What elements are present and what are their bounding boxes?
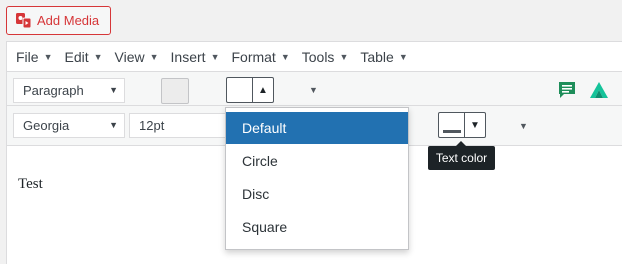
media-upload-icon (16, 13, 32, 29)
chevron-down-icon: ▼ (280, 51, 290, 62)
list-style-split-button[interactable]: ▲ (226, 77, 274, 103)
menu-edit[interactable]: Edit ▼ (58, 42, 108, 72)
dropdown-item-disc[interactable]: Disc (226, 177, 408, 210)
chevron-down-icon: ▼ (398, 51, 408, 62)
font-size-select[interactable]: 12pt (129, 113, 229, 138)
menubar: File ▼ Edit ▼ View ▼ Insert ▼ Format ▼ Tools ▼… (7, 42, 622, 72)
grammarly-icon[interactable] (589, 81, 609, 99)
arrow-up-icon[interactable]: ▲ (253, 78, 273, 102)
menu-view[interactable]: View ▼ (109, 42, 165, 72)
dropdown-item-default[interactable]: Default (226, 112, 408, 144)
text-color-split-button[interactable]: ▼ (438, 112, 486, 138)
background-color-button[interactable] (161, 78, 189, 104)
chevron-down-icon: ▼ (109, 85, 118, 95)
font-family-select[interactable]: Georgia ▼ (13, 113, 125, 138)
toolbar-row-1: Paragraph ▼ ▲ ▼ (7, 72, 622, 106)
add-media-button[interactable]: Add Media (6, 6, 111, 35)
menu-table[interactable]: Table ▼ (354, 42, 413, 72)
chevron-down-icon: ▼ (43, 51, 53, 62)
chevron-down-icon[interactable]: ▼ (309, 85, 318, 95)
text-color-tooltip: Text color (428, 141, 495, 170)
chevron-down-icon: ▼ (339, 51, 349, 62)
block-format-value: Paragraph (23, 83, 84, 98)
menu-format[interactable]: Format ▼ (225, 42, 295, 72)
chevron-down-icon: ▼ (210, 51, 220, 62)
font-size-value: 12pt (139, 118, 165, 133)
list-style-dropdown: Default Circle Disc Square (225, 107, 409, 250)
block-format-select[interactable]: Paragraph ▼ (13, 78, 125, 103)
chevron-down-icon: ▼ (109, 120, 118, 130)
font-family-value: Georgia (23, 118, 70, 133)
text-color-indicator (443, 130, 461, 133)
dropdown-item-circle[interactable]: Circle (226, 144, 408, 177)
menu-file[interactable]: File ▼ (10, 42, 58, 72)
chevron-down-icon[interactable]: ▼ (519, 121, 528, 131)
menu-insert[interactable]: Insert ▼ (165, 42, 226, 72)
add-media-label: Add Media (37, 13, 100, 28)
dropdown-item-square[interactable]: Square (226, 210, 408, 243)
list-style-main-button[interactable] (227, 78, 253, 102)
text-color-main-button[interactable] (439, 113, 465, 137)
content-text[interactable]: Test (18, 176, 43, 193)
chevron-down-icon: ▼ (93, 51, 103, 62)
menu-tools[interactable]: Tools ▼ (296, 42, 355, 72)
chevron-down-icon: ▼ (149, 51, 159, 62)
chevron-down-icon[interactable]: ▼ (465, 113, 485, 137)
comment-icon[interactable] (557, 81, 577, 100)
